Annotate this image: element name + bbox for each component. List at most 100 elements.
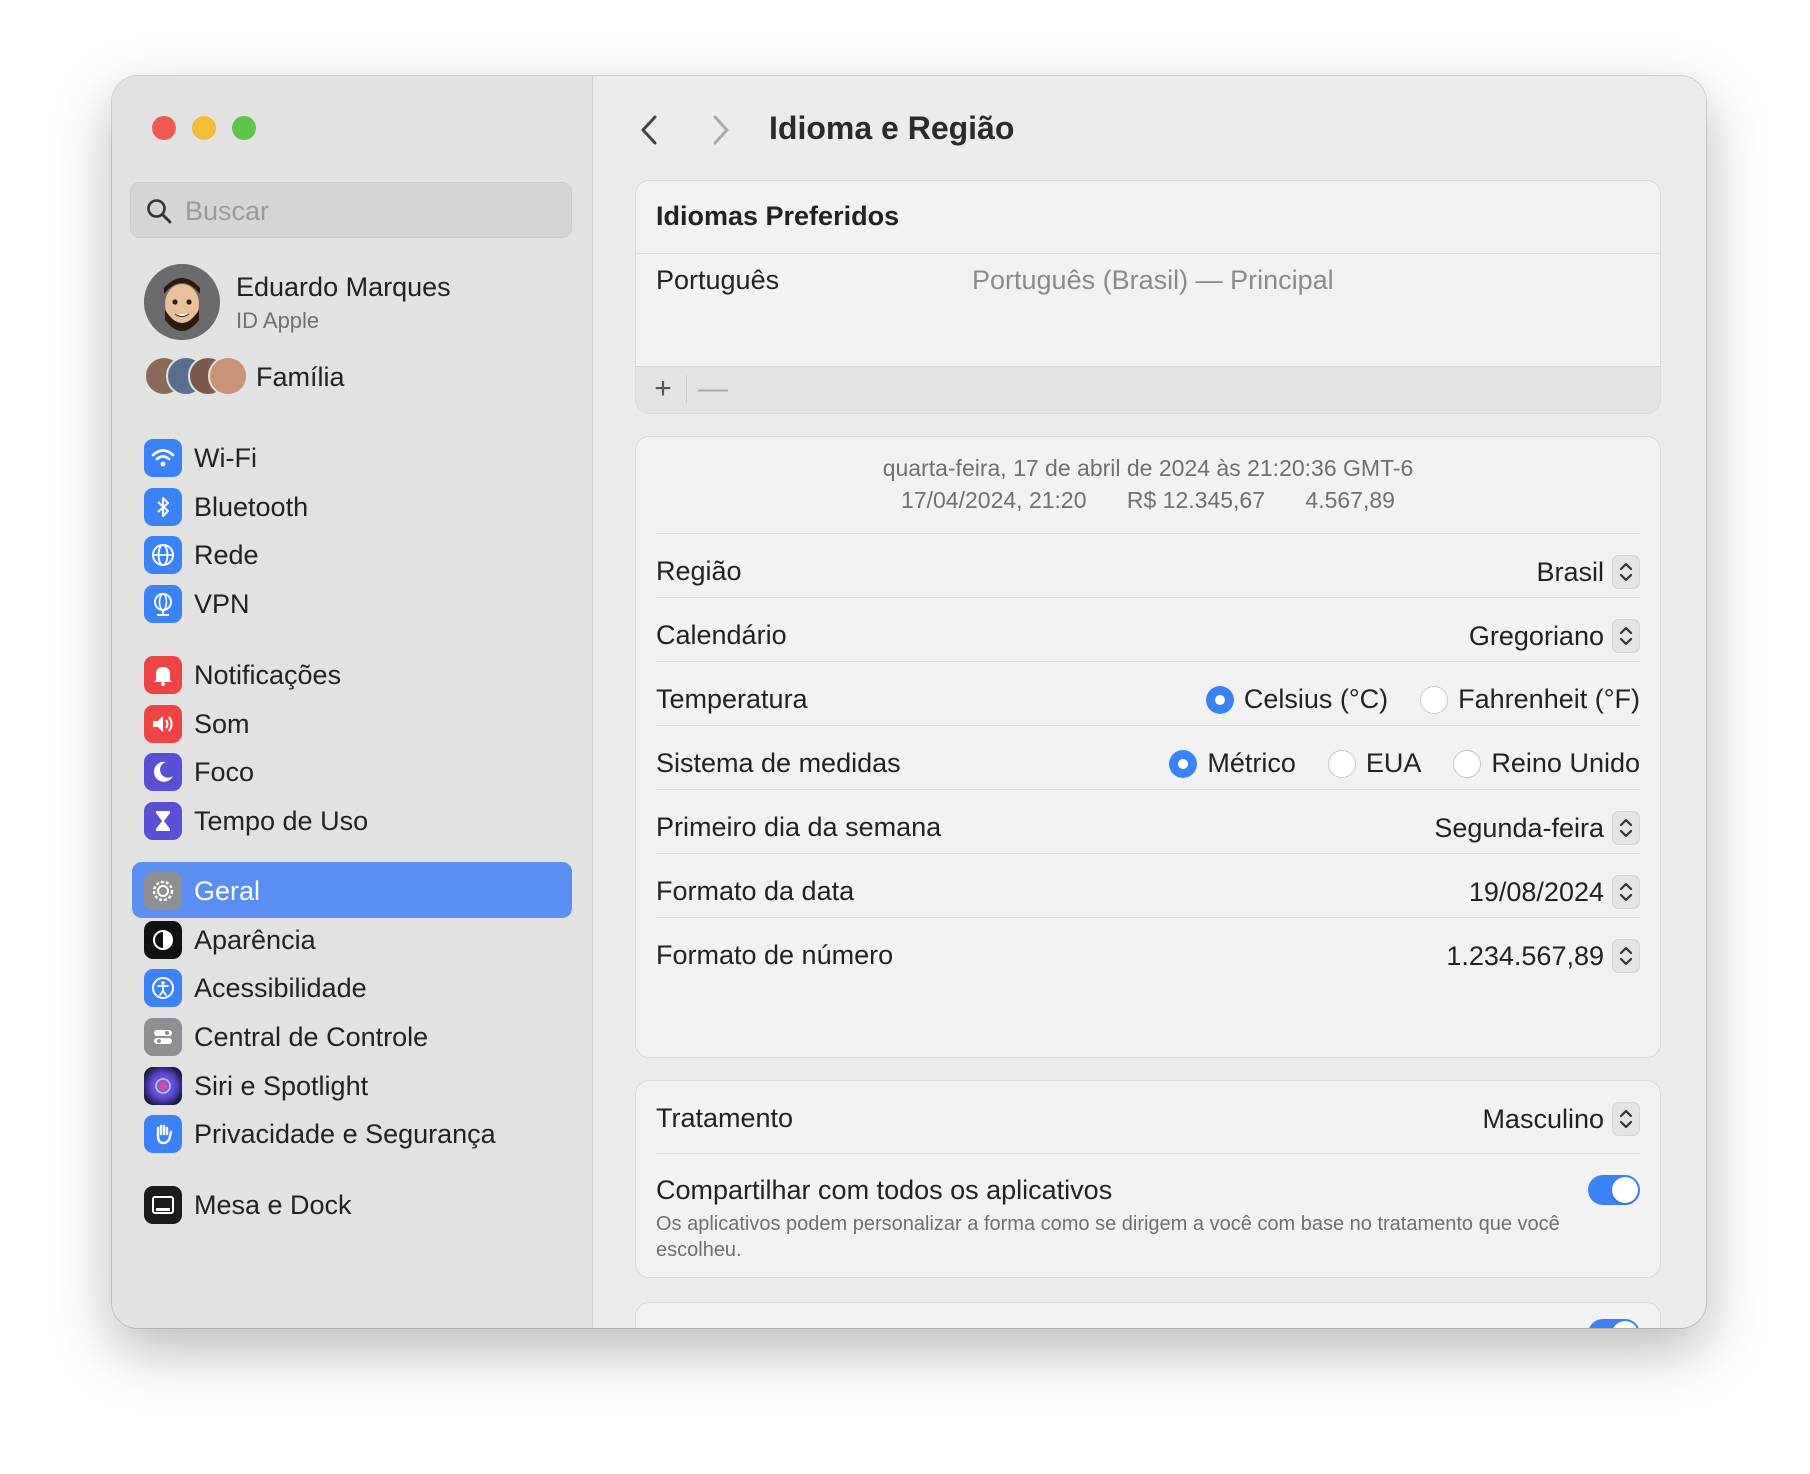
first-weekday-popup[interactable]: Segunda-feira — [1434, 810, 1640, 846]
popup-value: 1.234.567,89 — [1446, 940, 1604, 971]
calendar-popup[interactable]: Gregoriano — [1469, 618, 1640, 654]
chevron-up-down-icon — [1612, 619, 1640, 653]
sidebar-item-label: Mesa e Dock — [194, 1190, 352, 1220]
row-label: Sistema de medidas — [656, 748, 901, 778]
globe-icon — [144, 536, 182, 574]
back-chevron-icon[interactable] — [635, 112, 665, 148]
row-label: Primeiro dia da semana — [656, 812, 942, 842]
radio-reino-unido[interactable]: Reino Unido — [1453, 748, 1640, 779]
region-card: quarta-feira, 17 de abril de 2024 às 21:… — [635, 436, 1661, 1058]
sidebar-item-label: Acessibilidade — [194, 973, 367, 1003]
sidebar-item-label: Notificações — [194, 660, 342, 690]
speaker-icon — [144, 705, 182, 743]
share-description: Os aplicativos podem personalizar a form… — [656, 1213, 1560, 1261]
avatar — [144, 264, 220, 340]
row-label: Região — [656, 556, 742, 586]
chevron-up-down-icon — [1612, 811, 1640, 845]
preferred-languages-heading: Idiomas Preferidos — [656, 201, 900, 231]
settings-window: Eduardo Marques ID Apple Família Wi-Fi B… — [112, 76, 1706, 1328]
row-tratamento: Tratamento Masculino — [656, 1081, 1640, 1154]
radio-label: EUA — [1365, 748, 1422, 778]
sidebar-item-foco[interactable]: Foco — [132, 743, 572, 799]
radio-fahrenheit[interactable]: Fahrenheit (°F) — [1420, 684, 1640, 715]
appearance-icon — [144, 921, 182, 959]
row-label: Formato da data — [656, 876, 855, 906]
sidebar-item-vpn[interactable]: VPN — [132, 575, 572, 631]
hourglass-icon — [144, 802, 182, 840]
family-avatar — [208, 356, 248, 396]
sidebar-item-central-de-controle[interactable]: Central de Controle — [132, 1008, 572, 1064]
apple-id-account[interactable]: Eduardo Marques ID Apple — [144, 264, 574, 344]
radio-label: Celsius (°C) — [1243, 684, 1389, 714]
radio-metrico[interactable]: Métrico — [1169, 748, 1296, 779]
language-list-toolbar: + — — [636, 366, 1660, 413]
siri-icon — [144, 1067, 182, 1105]
chevron-up-down-icon — [1612, 1102, 1640, 1136]
sidebar: Eduardo Marques ID Apple Família Wi-Fi B… — [112, 76, 593, 1328]
row-formato-numero: Formato de número 1.234.567,89 — [656, 917, 1640, 992]
bluetooth-icon — [144, 488, 182, 526]
sidebar-item-label: Privacidade e Segurança — [194, 1119, 496, 1149]
temperature-radio-group: Celsius (°C) Fahrenheit (°F) — [1174, 684, 1640, 715]
language-name[interactable]: Português — [656, 265, 779, 296]
preview-currency: R$ 12.345,67 — [1126, 487, 1266, 513]
control-center-icon — [144, 1018, 182, 1056]
radio-eua[interactable]: EUA — [1327, 748, 1422, 779]
sidebar-item-label: Wi-Fi — [194, 443, 257, 473]
sidebar-item-label: Central de Controle — [194, 1022, 429, 1052]
accessibility-icon — [144, 969, 182, 1007]
sidebar-item-rede[interactable]: Rede — [132, 526, 572, 582]
remove-language-button[interactable]: — — [698, 371, 728, 407]
account-name: Eduardo Marques — [236, 272, 451, 302]
radio-celsius[interactable]: Celsius (°C) — [1205, 684, 1389, 715]
memoji-avatar-icon — [144, 264, 220, 340]
main-content: Idioma e Região Idiomas Preferidos Portu… — [593, 76, 1706, 1328]
sidebar-item-privacidade[interactable]: Privacidade e Segurança — [132, 1105, 572, 1161]
popup-value: Brasil — [1536, 556, 1604, 587]
number-format-popup[interactable]: 1.234.567,89 — [1446, 938, 1640, 974]
sidebar-item-label: Aparência — [194, 925, 316, 955]
sidebar-item-acessibilidade[interactable]: Acessibilidade — [132, 959, 572, 1015]
sidebar-item-notificacoes[interactable]: Notificações — [132, 646, 572, 702]
radio-button — [1327, 749, 1356, 778]
forward-chevron-icon[interactable] — [705, 112, 735, 148]
row-label: Formato de número — [656, 940, 894, 970]
sidebar-item-label: Foco — [194, 757, 255, 787]
account-subtitle: ID Apple — [236, 308, 320, 333]
language-description: Português (Brasil) — Principal — [972, 265, 1334, 295]
sidebar-item-mesa-dock[interactable]: Mesa e Dock — [132, 1176, 572, 1232]
divider — [636, 253, 1660, 254]
radio-button — [1453, 749, 1482, 778]
sidebar-item-label: Som — [194, 709, 250, 739]
radio-label: Reino Unido — [1491, 748, 1640, 778]
search-input[interactable] — [183, 183, 557, 239]
gear-icon — [144, 872, 182, 910]
dock-icon — [144, 1186, 182, 1224]
zoom-window-button[interactable] — [232, 116, 256, 140]
popup-value: 19/08/2024 — [1468, 876, 1604, 907]
next-card-toggle[interactable] — [1588, 1319, 1640, 1328]
share-toggle[interactable] — [1588, 1175, 1640, 1205]
divider — [686, 375, 687, 403]
search-field[interactable] — [130, 182, 572, 239]
minimize-window-button[interactable] — [192, 116, 216, 140]
sidebar-item-tempo-de-uso[interactable]: Tempo de Uso — [132, 792, 572, 848]
page-title: Idioma e Região — [769, 110, 1015, 146]
wifi-icon — [144, 439, 182, 477]
hand-icon — [144, 1115, 182, 1153]
sidebar-item-label: Geral — [194, 876, 261, 906]
close-window-button[interactable] — [152, 116, 176, 140]
popup-value: Masculino — [1482, 1103, 1604, 1134]
sidebar-item-label: VPN — [194, 589, 250, 619]
region-popup[interactable]: Brasil — [1536, 554, 1640, 590]
treatment-popup[interactable]: Masculino — [1482, 1101, 1640, 1137]
sidebar-item-wifi[interactable]: Wi-Fi — [132, 429, 572, 485]
family-item[interactable]: Família — [144, 356, 574, 400]
sidebar-item-label: Tempo de Uso — [194, 806, 369, 836]
sidebar-item-label: Bluetooth — [194, 492, 309, 522]
sidebar-item-geral[interactable]: Geral — [132, 862, 572, 918]
vpn-globe-icon — [144, 585, 182, 623]
date-format-popup[interactable]: 19/08/2024 — [1469, 874, 1640, 910]
add-language-button[interactable]: + — [648, 371, 678, 407]
radio-button-selected — [1169, 749, 1198, 778]
